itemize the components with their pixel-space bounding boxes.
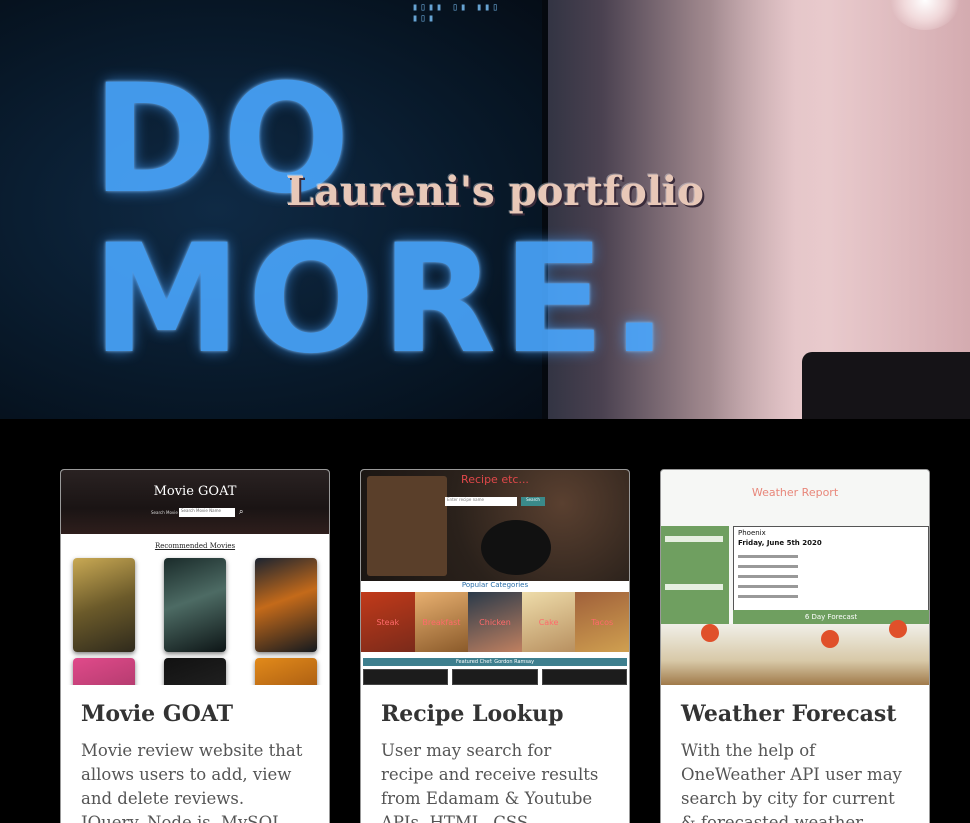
poppy-field-image [661, 620, 929, 685]
card-title[interactable]: Recipe Lookup [381, 701, 609, 727]
poppy-flower [701, 624, 719, 642]
thumbnail-header-title: Weather Report [751, 486, 839, 499]
card-title[interactable]: Movie GOAT [81, 701, 309, 727]
category-tile: Cake [521, 592, 576, 652]
project-thumbnail[interactable]: Movie GOAT Search Movie Search Movie Nam… [61, 470, 329, 685]
thumbnail-section-label: Recommended Movies [154, 542, 236, 550]
movie-poster [164, 658, 226, 685]
hero-monitor-code-decoration: ▮▯▮▮ ▯▮ ▮▮▯ ▮▯▮ [412, 2, 501, 24]
category-tile: Breakfast [414, 592, 469, 652]
thumbnail-header-title: Movie GOAT [153, 484, 237, 499]
movie-poster [164, 558, 226, 652]
poppy-flower [889, 620, 907, 638]
cutting-board-image [367, 476, 447, 576]
thumbnail-search-label: Search Movie [151, 510, 178, 515]
sidebar-search-field [665, 536, 723, 542]
featured-chef-bar: Featured Chef: Gordon Ramsay [363, 658, 627, 666]
movie-poster [73, 658, 135, 685]
project-card-recipe-lookup[interactable]: Recipe etc... Enter recipe name Search P… [360, 469, 630, 823]
pan-image [481, 520, 551, 575]
thumbnail-header-title: Recipe etc... [461, 473, 529, 486]
video-strip [363, 669, 627, 685]
category-tile: Tacos [575, 592, 629, 652]
video-thumbnail [363, 669, 449, 685]
page-title: Laureni's portfolio [286, 168, 704, 215]
hero-cup [802, 352, 970, 419]
weather-date: Friday, June 5th 2020 [738, 539, 822, 547]
project-card-weather-forecast[interactable]: Weather Report Phoenix Friday, June 5th … [660, 469, 930, 823]
thumbnail-search-button: Search [521, 497, 545, 506]
movie-poster [255, 558, 317, 652]
project-thumbnail[interactable]: Recipe etc... Enter recipe name Search P… [361, 470, 629, 685]
movie-poster [255, 658, 317, 685]
project-thumbnail[interactable]: Weather Report Phoenix Friday, June 5th … [661, 470, 929, 685]
project-card-movie-goat[interactable]: Movie GOAT Search Movie Search Movie Nam… [60, 469, 330, 823]
thumbnail-section-label: Popular Categories [361, 581, 629, 591]
thumbnail-header-bar [61, 470, 329, 534]
card-body: Movie GOAT Movie review website that all… [61, 685, 329, 823]
category-grid: Steak Breakfast Chicken Cake Tacos [361, 592, 629, 652]
category-tile: Steak [361, 592, 415, 652]
search-icon: ⌕ [239, 507, 244, 516]
thumbnail-header-image [361, 470, 629, 582]
thumbnail-current-weather-panel: Phoenix Friday, June 5th 2020 [733, 526, 929, 614]
category-tile: Chicken [468, 592, 522, 652]
poppy-flower [821, 630, 839, 648]
movie-poster [73, 558, 135, 652]
thumbnail-search-input: Search Movie Name [179, 508, 235, 517]
thumbnail-search-input: Enter recipe name [445, 497, 517, 506]
card-description: Movie review website that allows users t… [81, 741, 303, 823]
hero-background-text-line: MORE. [92, 213, 674, 387]
card-title[interactable]: Weather Forecast [681, 701, 909, 727]
card-body: Recipe Lookup User may search for recipe… [361, 685, 629, 823]
card-body: Weather Forecast With the help of OneWea… [661, 685, 929, 823]
hero-background-text: DO MORE. [92, 60, 674, 387]
card-description: User may search for recipe and receive r… [381, 741, 599, 823]
project-cards-section: Movie GOAT Search Movie Search Movie Nam… [0, 419, 970, 823]
sidebar-city-item [665, 584, 723, 590]
video-thumbnail [452, 669, 538, 685]
video-thumbnail [541, 669, 627, 685]
hero-banner: ▮▯▮▮ ▯▮ ▮▮▯ ▮▯▮ DO MORE. Laureni's portf… [0, 0, 970, 419]
weather-city: Phoenix [738, 529, 766, 537]
card-description: With the help of OneWeather API user may… [681, 741, 902, 823]
thumbnail-sidebar [661, 526, 729, 626]
